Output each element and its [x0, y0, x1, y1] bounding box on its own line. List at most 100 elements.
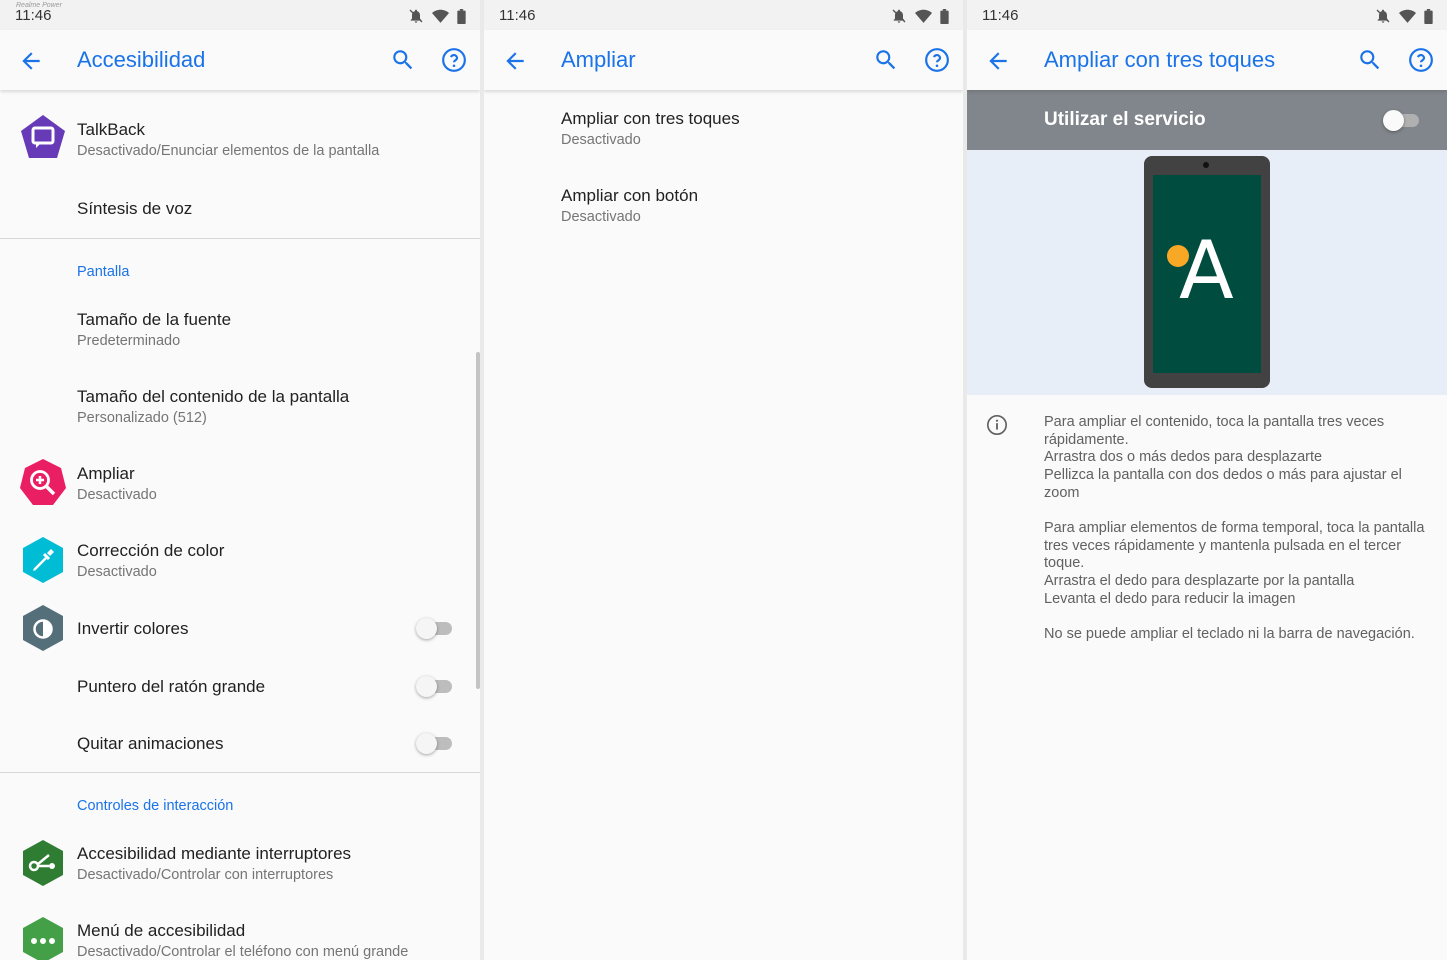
search-icon[interactable] — [1357, 47, 1383, 73]
instruction-line: Para ampliar elementos de forma temporal… — [1044, 520, 1425, 572]
large-pointer-toggle[interactable] — [416, 675, 452, 697]
item-title: Tamaño de la fuente — [77, 310, 232, 329]
instruction-line: Para ampliar el contenido, toca la panta… — [1044, 414, 1385, 448]
item-title: Corrección de color — [77, 541, 225, 560]
status-time: 11:46 — [499, 7, 536, 24]
item-title: Tamaño del contenido de la pantalla — [77, 387, 350, 406]
use-service-bar[interactable]: Utilizar el servicio — [967, 90, 1447, 150]
instruction-line: Arrastra el dedo para desplazarte por la… — [1044, 573, 1355, 590]
instructions-paragraph-2: Para ampliar elementos de forma temporal… — [1044, 520, 1434, 609]
item-subtitle: Desactivado — [561, 132, 641, 148]
instruction-line: Arrastra dos o más dedos para desplazart… — [1044, 449, 1323, 466]
item-title: Ampliar — [77, 464, 135, 483]
item-title: Menú de accesibilidad — [77, 921, 246, 940]
help-icon[interactable] — [1408, 47, 1434, 73]
status-icons — [891, 8, 949, 24]
item-subtitle: Desactivado/Controlar con interruptores — [77, 867, 334, 883]
item-subtitle: Desactivado/Enunciar elementos de la pan… — [77, 143, 380, 159]
help-icon[interactable] — [924, 47, 950, 73]
remove-animations-toggle[interactable] — [416, 732, 452, 754]
status-time: 11:46 — [982, 7, 1019, 24]
app-bar: Ampliar — [484, 30, 963, 90]
talkback-icon — [21, 115, 65, 158]
battery-icon — [940, 8, 949, 24]
list-item-triple-tap[interactable]: Ampliar con tres toques Desactivado — [484, 94, 963, 164]
app-bar: Accesibilidad — [0, 30, 480, 90]
item-title: Ampliar con botón — [561, 186, 699, 205]
magnification-illustration: A — [967, 150, 1447, 395]
item-title: Síntesis de voz — [77, 199, 193, 218]
item-subtitle: Desactivado/Controlar el teléfono con me… — [77, 944, 409, 960]
battery-icon — [457, 8, 466, 24]
status-bar: 11:46 — [484, 0, 963, 30]
status-icons — [1375, 8, 1433, 24]
divider — [0, 238, 480, 239]
list-item-remove-animations[interactable]: Quitar animaciones — [0, 719, 480, 771]
instructions-paragraph-1: Para ampliar el contenido, toca la panta… — [1044, 414, 1434, 503]
battery-icon — [1424, 8, 1433, 24]
list-item-magnification[interactable]: Ampliar Desactivado — [0, 449, 480, 519]
invert-colors-icon — [23, 605, 63, 651]
instructions-paragraph-3: No se puede ampliar el teclado ni la bar… — [1044, 626, 1434, 644]
status-bar: Realme Power 11:46 — [0, 0, 480, 30]
magnification-screen: 11:46 Ampliar Ampliar con tres toques De… — [484, 0, 963, 960]
list-item-talkback[interactable]: TalkBack Desactivado/Enunciar elementos … — [0, 105, 480, 175]
notifications-off-icon — [1376, 9, 1390, 23]
notifications-off-icon — [409, 9, 423, 23]
item-title: Quitar animaciones — [77, 734, 224, 753]
search-icon[interactable] — [873, 47, 899, 73]
color-correction-icon — [23, 537, 63, 583]
status-time: 11:46 — [15, 7, 52, 24]
page-title: Ampliar con tres toques — [1044, 47, 1276, 72]
list-item-tts[interactable]: Síntesis de voz — [0, 180, 480, 236]
instruction-line: Levanta el dedo para reducir la imagen — [1044, 590, 1296, 607]
list-item-large-pointer[interactable]: Puntero del ratón grande — [0, 662, 480, 714]
scrollbar[interactable] — [476, 352, 480, 689]
info-icon — [987, 415, 1007, 435]
accessibility-menu-icon — [23, 917, 63, 960]
list-item-button-magnify[interactable]: Ampliar con botón Desactivado — [484, 171, 963, 241]
wifi-icon — [1399, 9, 1416, 23]
phone-illustration: A — [1144, 156, 1270, 388]
list-item-invert-colors[interactable]: Invertir colores — [0, 604, 480, 656]
use-service-toggle[interactable] — [1383, 109, 1419, 131]
item-subtitle: Personalizado (512) — [77, 410, 207, 426]
section-header-display: Pantalla — [77, 264, 130, 280]
invert-colors-toggle[interactable] — [416, 617, 452, 639]
item-subtitle: Desactivado — [77, 487, 157, 503]
item-title: Ampliar con tres toques — [561, 109, 740, 128]
list-item-color-correction[interactable]: Corrección de color Desactivado — [0, 526, 480, 596]
use-service-label: Utilizar el servicio — [1044, 109, 1206, 130]
list-item-display-size[interactable]: Tamaño del contenido de la pantalla Pers… — [0, 372, 480, 442]
status-bar: 11:46 — [967, 0, 1447, 30]
illustration-letter: A — [1179, 224, 1234, 317]
switch-access-icon — [23, 840, 63, 886]
back-arrow-icon[interactable] — [985, 48, 1011, 74]
item-subtitle: Desactivado — [77, 564, 157, 580]
item-title: TalkBack — [77, 120, 146, 139]
divider — [0, 772, 480, 773]
accessibility-screen: Realme Power 11:46 Accesibilidad TalkBac… — [0, 0, 480, 960]
item-title: Accesibilidad mediante interruptores — [77, 844, 352, 863]
back-arrow-icon[interactable] — [502, 48, 528, 74]
help-icon[interactable] — [441, 47, 467, 73]
triple-tap-screen: 11:46 Ampliar con tres toques Utilizar e… — [967, 0, 1447, 960]
page-title: Ampliar — [561, 47, 636, 72]
wifi-icon — [915, 9, 932, 23]
phone-camera — [1203, 162, 1209, 168]
status-icons — [408, 8, 466, 24]
list-item-switch-access[interactable]: Accesibilidad mediante interruptores Des… — [0, 829, 480, 899]
wifi-icon — [432, 9, 449, 23]
list-item-accessibility-menu[interactable]: Menú de accesibilidad Desactivado/Contro… — [0, 906, 480, 960]
item-subtitle: Desactivado — [561, 209, 641, 225]
item-subtitle: Predeterminado — [77, 333, 181, 349]
search-icon[interactable] — [390, 47, 416, 73]
instruction-line: Pellizca la pantalla con dos dedos o más… — [1044, 467, 1402, 501]
app-bar: Ampliar con tres toques — [967, 30, 1447, 90]
magnification-icon — [20, 459, 66, 505]
list-item-font-size[interactable]: Tamaño de la fuente Predeterminado — [0, 295, 480, 365]
page-title: Accesibilidad — [77, 47, 206, 72]
back-arrow-icon[interactable] — [18, 48, 44, 74]
item-title: Invertir colores — [77, 619, 189, 638]
phone-screen: A — [1153, 175, 1261, 373]
